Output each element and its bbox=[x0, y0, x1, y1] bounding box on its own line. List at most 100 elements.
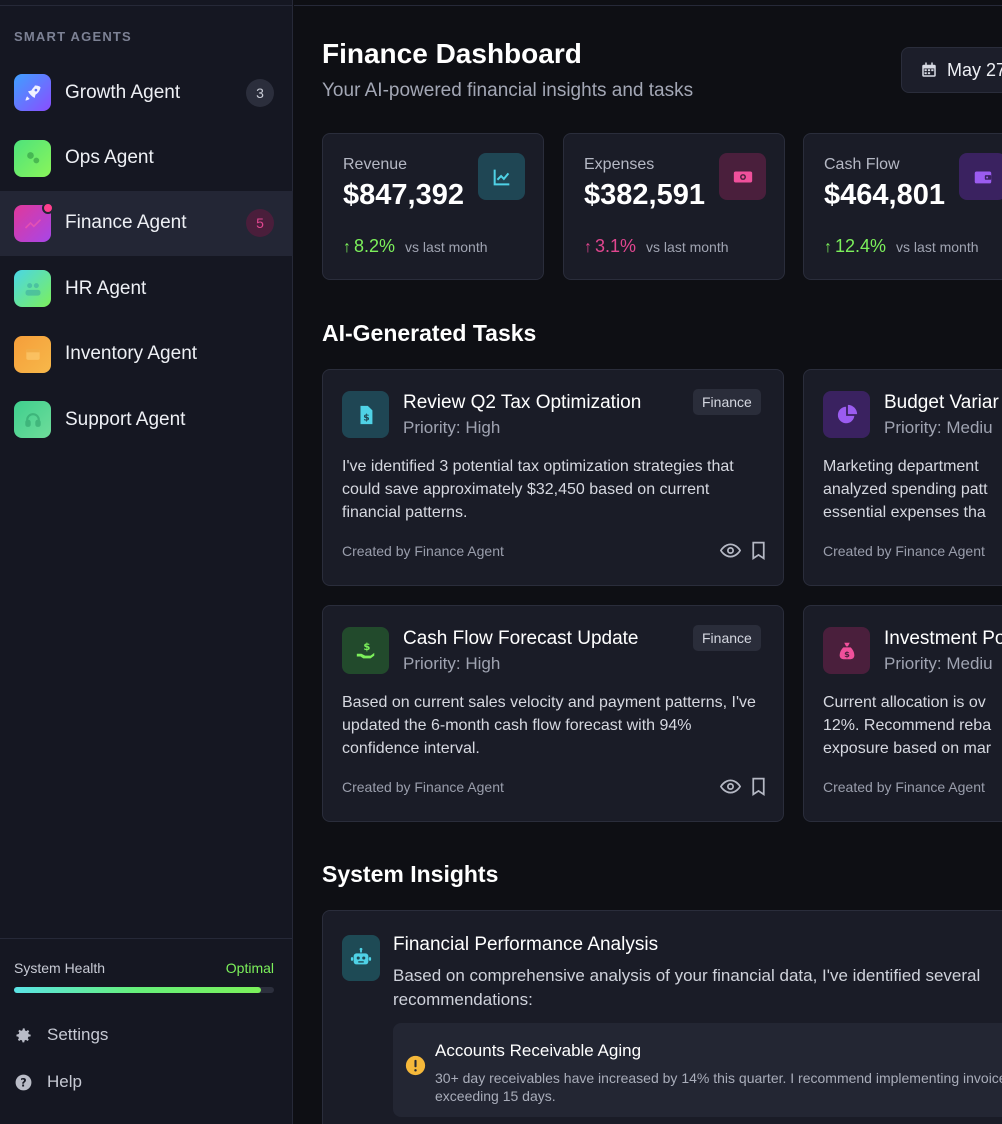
gear-icon bbox=[16, 1027, 31, 1042]
agent-count-badge: 3 bbox=[246, 78, 274, 107]
metric-change: ↑ 12.4% vs last month bbox=[824, 236, 979, 257]
task-card[interactable]: $ Investment Po Priority: Mediu Current … bbox=[803, 605, 1002, 822]
trend-chart-icon bbox=[478, 153, 525, 200]
task-priority: Priority: Mediu bbox=[884, 654, 993, 673]
task-actions bbox=[720, 776, 776, 797]
task-creator: Created by Finance Agent bbox=[823, 779, 985, 795]
help-label: Help bbox=[47, 1072, 82, 1091]
metric-label: Cash Flow bbox=[824, 156, 900, 173]
metric-change-note: vs last month bbox=[646, 239, 729, 255]
main-content: Finance Dashboard Your AI-powered financ… bbox=[294, 0, 1002, 1124]
rocket-icon bbox=[14, 74, 51, 112]
help-link[interactable]: ? Help bbox=[14, 1072, 82, 1092]
insights-heading: System Insights bbox=[322, 861, 499, 887]
task-creator: Created by Finance Agent bbox=[342, 543, 504, 559]
task-title: Budget Variar bbox=[884, 392, 999, 413]
view-eye-icon[interactable] bbox=[720, 776, 741, 797]
sidebar: SMART AGENTS Growth Agent 3 Ops Agent Fi… bbox=[0, 0, 293, 1124]
task-priority: Priority: High bbox=[403, 418, 501, 437]
date-picker-button[interactable]: May 27 bbox=[901, 47, 1002, 93]
tax-document-icon: $ bbox=[342, 391, 389, 438]
warning-icon bbox=[405, 1055, 426, 1076]
arrow-up-icon: ↑ bbox=[343, 239, 351, 256]
metric-value: $382,591 bbox=[584, 179, 705, 211]
sidebar-item-inventory-agent[interactable]: Inventory Agent bbox=[0, 322, 293, 387]
metric-change-note: vs last month bbox=[896, 239, 979, 255]
sidebar-top-divider bbox=[0, 0, 293, 6]
main-top-divider bbox=[294, 0, 1002, 6]
task-creator: Created by Finance Agent bbox=[823, 543, 985, 559]
settings-link[interactable]: Settings bbox=[14, 1025, 108, 1045]
agent-label: Growth Agent bbox=[65, 81, 181, 103]
task-description: Marketing department analyzed spending p… bbox=[823, 455, 1002, 524]
sidebar-item-finance-agent[interactable]: Finance Agent 5 bbox=[0, 190, 293, 257]
task-description: I've identified 3 potential tax optimiza… bbox=[342, 458, 734, 521]
task-title: Investment Po bbox=[884, 628, 1002, 649]
task-title: Cash Flow Forecast Update bbox=[403, 628, 639, 649]
system-health-bar bbox=[14, 987, 274, 993]
arrow-up-icon: ↑ bbox=[824, 239, 832, 256]
task-creator: Created by Finance Agent bbox=[342, 779, 504, 795]
recommendation-title: Accounts Receivable Aging bbox=[435, 1041, 642, 1060]
metric-change-percent: ↑ 3.1% bbox=[584, 236, 636, 257]
task-description: Current allocation is ov 12%. Recommend … bbox=[823, 691, 1002, 760]
insight-text: Based on comprehensive analysis of your … bbox=[393, 966, 981, 1009]
task-title: Review Q2 Tax Optimization bbox=[403, 392, 642, 413]
svg-text:$: $ bbox=[844, 648, 850, 658]
bookmark-icon[interactable] bbox=[748, 776, 769, 797]
svg-text:$: $ bbox=[363, 642, 370, 653]
metric-change-value: 3.1% bbox=[595, 236, 637, 256]
agent-count-badge: 5 bbox=[246, 209, 274, 238]
hand-money-icon: $ bbox=[342, 627, 389, 674]
money-bill-icon bbox=[719, 153, 766, 200]
metric-change: ↑ 8.2% vs last month bbox=[343, 236, 488, 257]
insight-title: Financial Performance Analysis bbox=[393, 934, 659, 955]
metric-change: ↑ 3.1% vs last month bbox=[584, 236, 729, 257]
people-icon bbox=[14, 270, 51, 308]
sidebar-item-growth-agent[interactable]: Growth Agent 3 bbox=[0, 60, 293, 125]
sidebar-item-hr-agent[interactable]: HR Agent bbox=[0, 256, 293, 321]
agent-label: Support Agent bbox=[65, 408, 186, 430]
pie-chart-icon bbox=[823, 391, 870, 438]
task-description-line: 12%. Recommend reba bbox=[823, 717, 992, 734]
sidebar-item-support-agent[interactable]: Support Agent bbox=[0, 387, 293, 452]
page-title: Finance Dashboard bbox=[322, 38, 582, 69]
task-priority: Priority: Mediu bbox=[884, 418, 993, 437]
tasks-heading: AI-Generated Tasks bbox=[322, 320, 537, 346]
wallet-icon bbox=[959, 153, 1002, 200]
system-health-label: System Health bbox=[14, 960, 106, 976]
task-tag: Finance bbox=[693, 625, 761, 651]
metric-change-value: 8.2% bbox=[354, 236, 396, 256]
task-description-line: exposure based on mar bbox=[823, 740, 992, 757]
agent-label: Inventory Agent bbox=[65, 343, 198, 365]
arrow-up-icon: ↑ bbox=[584, 239, 592, 256]
calendar-icon bbox=[922, 62, 936, 77]
metric-card-cash-flow[interactable]: Cash Flow $464,801 ↑ 12.4% vs last month bbox=[803, 133, 1002, 280]
help-icon: ? bbox=[15, 1074, 32, 1090]
metric-change-note: vs last month bbox=[405, 239, 488, 255]
task-description-line: Current allocation is ov bbox=[823, 694, 986, 711]
task-card[interactable]: $ Cash Flow Forecast Update Priority: Hi… bbox=[322, 605, 784, 822]
date-label: May 27 bbox=[947, 59, 1002, 80]
task-priority: Priority: High bbox=[403, 654, 501, 673]
sidebar-item-ops-agent[interactable]: Ops Agent bbox=[0, 125, 293, 190]
agent-label: Finance Agent bbox=[65, 212, 187, 234]
agent-label: HR Agent bbox=[65, 277, 147, 299]
metric-label: Expenses bbox=[584, 156, 655, 173]
task-card[interactable]: $ Review Q2 Tax Optimization Priority: H… bbox=[322, 369, 784, 586]
robot-icon bbox=[342, 935, 380, 981]
metric-card-expenses[interactable]: Expenses $382,591 ↑ 3.1% vs last month bbox=[563, 133, 785, 280]
recommendation-item[interactable]: Accounts Receivable Aging 30+ day receiv… bbox=[393, 1023, 1002, 1117]
metric-change-percent: ↑ 12.4% bbox=[824, 236, 886, 257]
agent-label: Ops Agent bbox=[65, 147, 154, 169]
metric-change-value: 12.4% bbox=[835, 236, 887, 256]
task-actions bbox=[720, 540, 776, 561]
page-subtitle: Your AI-powered financial insights and t… bbox=[322, 80, 694, 101]
bookmark-icon[interactable] bbox=[748, 540, 769, 561]
metric-card-revenue[interactable]: Revenue $847,392 ↑ 8.2% vs last month bbox=[322, 133, 544, 280]
metric-value: $847,392 bbox=[343, 179, 464, 211]
metric-change-percent: ↑ 8.2% bbox=[343, 236, 395, 257]
task-card[interactable]: Budget Variar Priority: Mediu Marketing … bbox=[803, 369, 1002, 586]
view-eye-icon[interactable] bbox=[720, 540, 741, 561]
task-description-line: analyzed spending patt bbox=[823, 481, 988, 498]
